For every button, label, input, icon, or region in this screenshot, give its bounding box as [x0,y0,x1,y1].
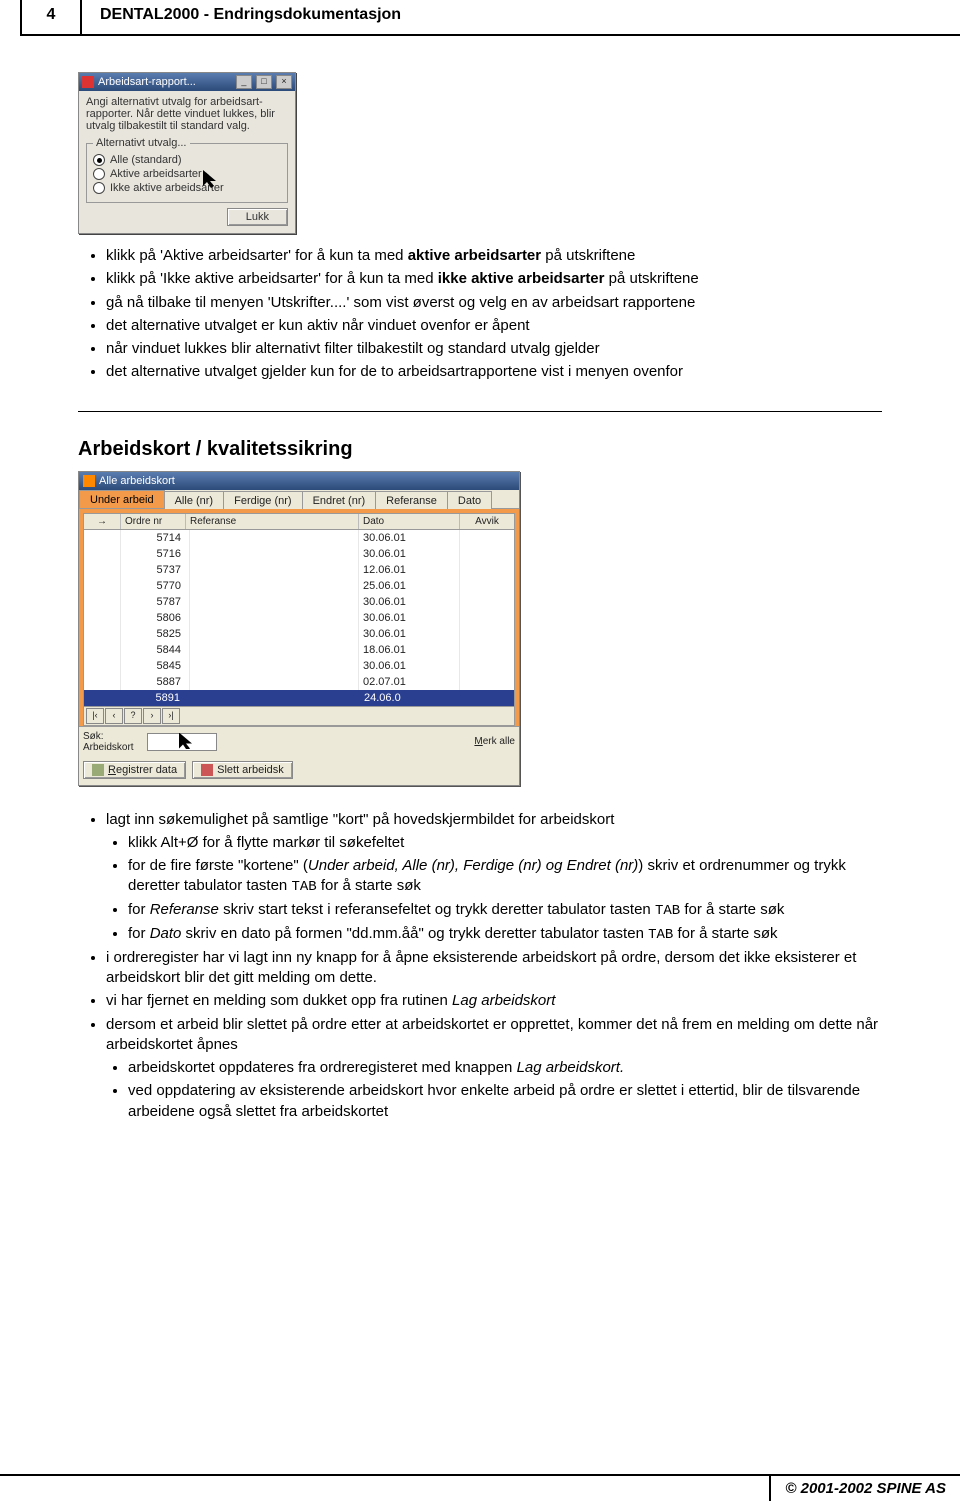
radio-icon [93,182,105,194]
tab-alle-nr[interactable]: Alle (nr) [164,491,225,509]
bullet-list-1: klikk på 'Aktive arbeidsarter' for å kun… [86,246,882,383]
fieldset-legend: Alternativt utvalg... [93,137,190,149]
delete-icon [201,764,213,776]
table-row[interactable]: 589124.06.0 [84,690,514,706]
list-item: lagt inn søkemulighet på samtlige "kort"… [106,810,882,945]
tab-referanse[interactable]: Referanse [375,491,448,509]
page-number: 4 [20,0,82,34]
radio-icon [93,154,105,166]
nav-next-icon[interactable]: › [143,708,161,724]
col-select: → [84,514,121,529]
close-icon[interactable]: × [276,75,292,89]
list-item: vi har fjernet en melding som dukket opp… [106,991,882,1011]
list-item: klikk Alt+Ø for å flytte markør til søke… [128,833,882,853]
register-icon [92,764,104,776]
list-item: når vinduet lukkes blir alternativt filt… [106,339,882,359]
radio-aktive[interactable]: Aktive arbeidsarter [93,168,281,180]
register-button[interactable]: Registrer data [83,761,186,779]
page-title: DENTAL2000 - Endringsdokumentasjon [82,0,960,34]
list-item: for de fire første "kortene" (Under arbe… [128,856,882,897]
dialog-arbeidsart-rapport: Arbeidsart-rapport... _ □ × Angi alterna… [78,72,296,234]
close-button[interactable]: Lukk [227,208,288,226]
radio-label: Alle (standard) [110,154,182,166]
nav-prev-icon[interactable]: ‹ [105,708,123,724]
col-avvik[interactable]: Avvik [460,514,514,529]
app-icon [82,76,94,88]
list-item: det alternative utvalget er kun aktiv nå… [106,316,882,336]
col-referanse[interactable]: Referanse [186,514,359,529]
radio-icon [93,168,105,180]
list-item: det alternative utvalget gjelder kun for… [106,362,882,382]
section-divider [78,411,882,412]
tab-ferdige-nr[interactable]: Ferdige (nr) [223,491,302,509]
dialog-title: Arbeidsart-rapport... [98,76,235,88]
mark-all-label[interactable]: Merk alle [474,736,515,747]
dialog-titlebar[interactable]: Arbeidsart-rapport... _ □ × [79,73,295,91]
nav-last-icon[interactable]: ›| [162,708,180,724]
radio-alle[interactable]: Alle (standard) [93,154,281,166]
section-heading: Arbeidskort / kvalitetssikring [78,438,882,461]
table-row[interactable]: 573712.06.01 [84,562,514,578]
radio-label: Aktive arbeidsarter [110,168,202,180]
list-item: gå nå tilbake til menyen 'Utskrifter....… [106,293,882,313]
table-row[interactable]: 578730.06.01 [84,594,514,610]
list-item: klikk på 'Ikke aktive arbeidsarter' for … [106,269,882,289]
table-row[interactable]: 588702.07.01 [84,674,514,690]
footer-copyright: © 2001-2002 SPINE AS [769,1476,960,1501]
col-dato[interactable]: Dato [359,514,460,529]
maximize-icon[interactable]: □ [256,75,272,89]
list-item: klikk på 'Aktive arbeidsarter' for å kun… [106,246,882,266]
list-item: for Dato skriv en dato på formen "dd.mm.… [128,924,882,945]
table-header: → Ordre nr Referanse Dato Avvik [83,513,515,530]
list-item: for Referanse skriv start tekst i refera… [128,900,882,921]
minimize-icon[interactable]: _ [236,75,252,89]
table-row[interactable]: 584418.06.01 [84,642,514,658]
table-row[interactable]: 577025.06.01 [84,578,514,594]
radio-ikke-aktive[interactable]: Ikke aktive arbeidsarter [93,182,281,194]
table-row[interactable]: 571430.06.01 [84,530,514,546]
tab-endret-nr[interactable]: Endret (nr) [302,491,377,509]
tab-under-arbeid[interactable]: Under arbeid [79,490,165,508]
list-item: ved oppdatering av eksisterende arbeidsk… [128,1081,882,1122]
list-item: dersom et arbeid blir slettet på ordre e… [106,1015,882,1122]
table-row[interactable]: 584530.06.01 [84,658,514,674]
window-titlebar[interactable]: Alle arbeidskort [79,472,519,490]
search-label: Søk: Arbeidskort [83,731,141,753]
bullet-list-2: lagt inn søkemulighet på samtlige "kort"… [86,810,882,1122]
record-navigator: |‹ ‹ ? › ›| [83,707,515,726]
radio-label: Ikke aktive arbeidsarter [110,182,224,194]
table-body: 571430.06.01571630.06.01573712.06.015770… [83,530,515,707]
window-alle-arbeidskort: Alle arbeidskort Under arbeid Alle (nr) … [78,471,520,786]
app-icon [83,475,95,487]
nav-help-icon[interactable]: ? [124,708,142,724]
list-item: i ordreregister har vi lagt inn ny knapp… [106,948,882,989]
table-row[interactable]: 580630.06.01 [84,610,514,626]
window-title: Alle arbeidskort [99,475,175,487]
nav-first-icon[interactable]: |‹ [86,708,104,724]
table-row[interactable]: 571630.06.01 [84,546,514,562]
tab-dato[interactable]: Dato [447,491,492,509]
list-item: arbeidskortet oppdateres fra ordreregist… [128,1058,882,1078]
tab-bar: Under arbeid Alle (nr) Ferdige (nr) Endr… [79,490,519,509]
delete-button[interactable]: Slett arbeidsk [192,761,293,779]
table-row[interactable]: 582530.06.01 [84,626,514,642]
col-ordre[interactable]: Ordre nr [121,514,186,529]
dialog-help-text: Angi alternativt utvalg for arbeidsart-r… [86,96,288,132]
